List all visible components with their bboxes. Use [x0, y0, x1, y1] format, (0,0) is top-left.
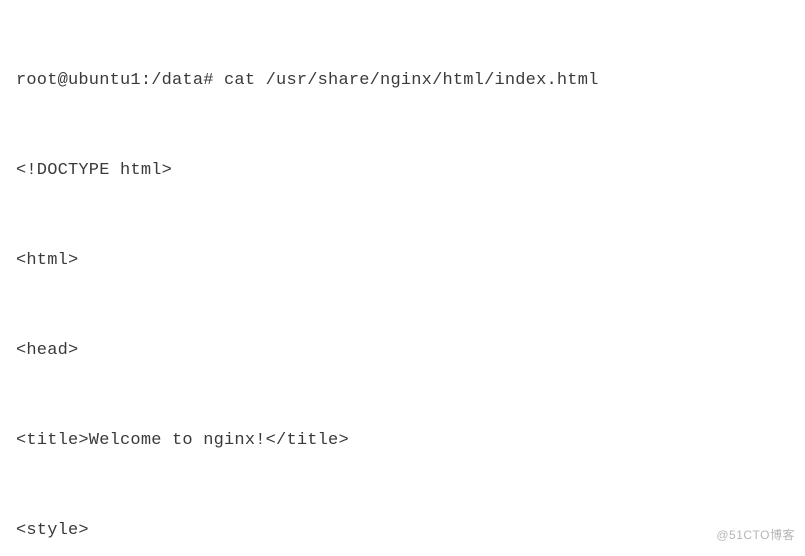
prompt-line: root@ubuntu1:/data# cat /usr/share/nginx… [16, 66, 789, 96]
terminal-output: root@ubuntu1:/data# cat /usr/share/nginx… [0, 0, 805, 556]
output-line: <html> [16, 246, 789, 276]
output-line: <style> [16, 516, 789, 546]
output-line: <head> [16, 336, 789, 366]
output-line: <title>Welcome to nginx!</title> [16, 426, 789, 456]
output-line: <!DOCTYPE html> [16, 156, 789, 186]
